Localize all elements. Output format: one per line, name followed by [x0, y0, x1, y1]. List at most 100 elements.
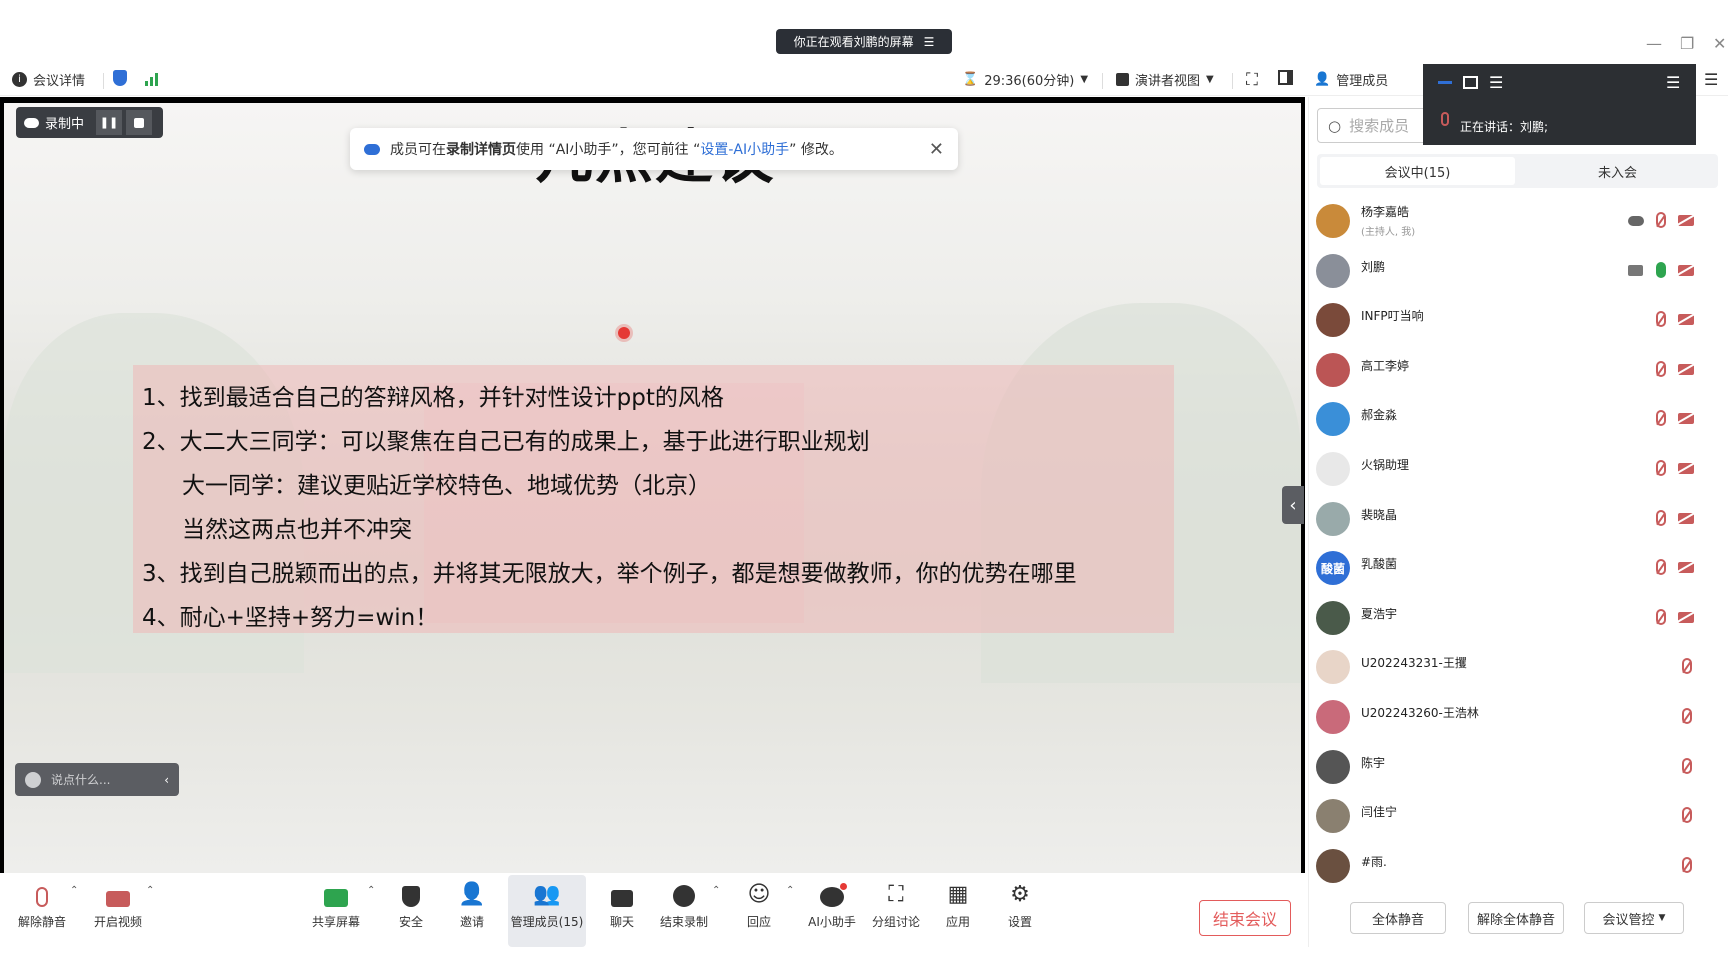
menu-icon[interactable]: ☰ [924, 35, 935, 49]
avatar [1316, 204, 1350, 238]
camera-off-icon[interactable] [1678, 512, 1694, 524]
member-row[interactable]: 裴晓晶 [1316, 498, 1716, 540]
member-row[interactable]: 高工李婷 [1316, 349, 1716, 391]
shield-icon[interactable] [113, 70, 127, 86]
microphone-muted-icon[interactable] [1682, 757, 1692, 774]
pause-recording-button[interactable]: ❚❚ [96, 110, 123, 135]
microphone-muted-icon[interactable] [1656, 608, 1666, 625]
microphone-muted-icon[interactable] [1682, 856, 1692, 873]
cloud-icon [24, 117, 39, 128]
camera-off-icon[interactable] [1678, 562, 1694, 574]
slide-point-2a: 大一同学：建议更贴近学校特色、地域优势（北京） [182, 473, 711, 499]
microphone-muted-icon[interactable] [1682, 708, 1692, 724]
restore-icon[interactable]: ❐ [1680, 34, 1694, 53]
chevron-up-icon[interactable]: ⌃ [367, 885, 375, 896]
timer-button[interactable]: ⌛ 29:36(60分钟) ▼ [962, 70, 1088, 89]
chevron-up-icon[interactable]: ⌃ [712, 885, 720, 896]
tab-not-joined[interactable]: 未入会 [1520, 157, 1715, 185]
member-row[interactable]: INFP叮当响 [1316, 299, 1716, 341]
invite-button[interactable]: 👤 邀请 [456, 875, 488, 930]
manage-members-button[interactable]: 👥 管理成员(15) [508, 875, 586, 947]
chevron-up-icon[interactable]: ⌃ [70, 885, 78, 896]
breakout-button[interactable]: ⛶ 分组讨论 [870, 875, 922, 930]
member-row[interactable]: 陈宇 [1316, 746, 1716, 788]
chat-icon [611, 875, 633, 907]
share-screen-button[interactable]: 共享屏幕 [308, 875, 364, 930]
microphone-muted-icon[interactable] [1656, 212, 1666, 228]
member-name: 火锅助理 [1361, 458, 1410, 472]
member-row[interactable]: #雨. [1316, 845, 1716, 887]
microphone-muted-icon[interactable] [1656, 460, 1666, 476]
tab-in-meeting[interactable]: 会议中(15) [1320, 157, 1515, 185]
end-recording-button[interactable]: 结束录制 [658, 875, 710, 930]
member-row[interactable]: U202243260-王浩林 [1316, 696, 1716, 738]
member-row[interactable]: 杨李嘉皓 (主持人, 我) [1316, 200, 1716, 242]
collapse-panel-button[interactable]: ‹ [1282, 486, 1304, 524]
microphone-muted-icon[interactable] [1656, 360, 1666, 377]
apps-button[interactable]: ▦ 应用 [942, 875, 974, 930]
microphone-muted-icon[interactable] [1656, 509, 1666, 526]
member-row[interactable]: 火锅助理 [1316, 448, 1716, 490]
chevron-up-icon[interactable]: ⌃ [786, 885, 794, 896]
end-meeting-button[interactable]: 结束会议 [1199, 900, 1291, 936]
stop-recording-button[interactable] [126, 110, 153, 135]
presenter-view-button[interactable]: 演讲者视图 ▼ [1116, 70, 1214, 89]
camera-off-icon[interactable] [1678, 215, 1694, 226]
list-icon[interactable]: ☰ [1489, 73, 1503, 92]
fullscreen-icon[interactable]: ⛶ [1246, 70, 1258, 90]
microphone-muted-icon[interactable] [1656, 311, 1666, 328]
laser-pointer [618, 327, 630, 339]
avatar [1316, 501, 1350, 536]
microphone-muted-icon[interactable] [1656, 559, 1666, 576]
close-window-icon[interactable]: ✕ [1713, 34, 1726, 53]
minimize-bar-icon[interactable] [1438, 81, 1452, 84]
signal-icon[interactable] [145, 72, 158, 86]
settings-ai-link[interactable]: 设置-AI小助手 [700, 139, 789, 159]
camera-off-icon[interactable] [1678, 463, 1694, 474]
camera-off-icon[interactable] [1678, 611, 1694, 623]
meeting-control-button[interactable]: 会议管控 ▼ [1584, 902, 1684, 934]
notice-bold-text: 录制详情页 [446, 142, 516, 158]
more-menu-icon[interactable]: ☰ [1704, 70, 1718, 89]
microphone-muted-icon[interactable] [1656, 410, 1666, 427]
unmute-all-button[interactable]: 解除全体静音 [1468, 902, 1564, 934]
chevron-left-icon[interactable]: ‹ [164, 773, 169, 787]
member-row[interactable]: U202243231-王攫 [1316, 646, 1716, 688]
microphone-muted-icon[interactable] [1682, 658, 1692, 675]
settings-button[interactable]: ⚙ 设置 [1004, 875, 1036, 930]
chat-button[interactable]: 聊天 [606, 875, 638, 930]
security-button[interactable]: 安全 [395, 875, 427, 930]
camera-off-icon[interactable] [1678, 314, 1694, 326]
avatar [1316, 452, 1350, 486]
share-screen-icon [324, 875, 348, 907]
unmute-button[interactable]: 解除静音 [14, 875, 70, 930]
camera-off-icon[interactable] [1678, 413, 1694, 425]
screen-share-banner[interactable]: 你正在观看刘鹏的屏幕 ☰ [776, 29, 952, 54]
mute-all-button[interactable]: 全体静音 [1350, 902, 1446, 934]
member-row[interactable]: 刘鹏 [1316, 250, 1716, 292]
quick-chat-input[interactable]: 说点什么... ‹ [15, 763, 179, 796]
ai-assistant-button[interactable]: AI小助手 [806, 875, 858, 930]
member-row[interactable]: 夏浩宇 [1316, 597, 1716, 639]
react-button[interactable]: ☺ 回应 [743, 875, 775, 930]
emoji-icon[interactable] [25, 771, 41, 788]
more-icon[interactable]: ☰ [1666, 73, 1680, 92]
member-row[interactable]: 酸菌 乳酸菌 [1316, 547, 1716, 589]
close-icon[interactable]: ✕ [929, 139, 944, 160]
microphone-muted-icon[interactable] [1682, 807, 1692, 824]
camera-off-icon[interactable] [1678, 363, 1694, 375]
meeting-details-button[interactable]: i 会议详情 [12, 70, 85, 89]
layout-icon[interactable] [1278, 70, 1293, 85]
camera-off-icon[interactable] [1678, 264, 1694, 276]
search-placeholder: 搜索成员 [1349, 117, 1410, 135]
member-row[interactable]: 郝金淼 [1316, 398, 1716, 440]
microphone-on-icon[interactable] [1656, 261, 1666, 278]
member-search-input[interactable]: ○ 搜索成员 [1317, 108, 1427, 143]
member-row[interactable]: 闫佳宁 [1316, 795, 1716, 837]
window-icon[interactable] [1463, 76, 1478, 89]
minimize-icon[interactable]: — [1646, 34, 1662, 53]
manage-members-header[interactable]: 👤 管理成员 [1314, 70, 1388, 89]
chevron-up-icon[interactable]: ⌃ [146, 885, 154, 896]
ai-assistant-icon [820, 875, 847, 907]
start-video-button[interactable]: 开启视频 [88, 875, 148, 930]
